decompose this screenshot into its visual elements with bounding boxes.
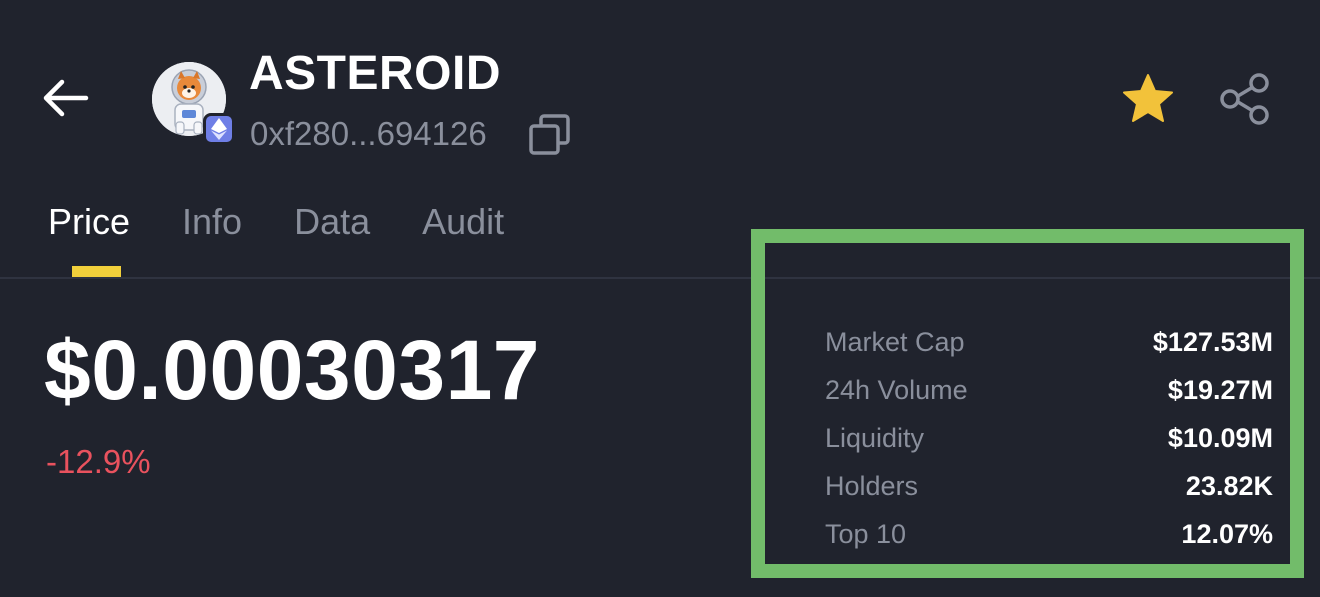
stat-label: Holders xyxy=(825,470,919,501)
token-name: ASTEROID xyxy=(249,47,502,100)
stat-label: Top 10 xyxy=(825,518,907,549)
share-icon xyxy=(1220,73,1269,125)
token-stats-list: Market Cap $127.53M 24h Volume $19.27M L… xyxy=(825,318,1273,558)
active-tab-indicator xyxy=(72,266,121,277)
price-change-percent: -12.9% xyxy=(46,443,151,480)
stat-value: 23.82K xyxy=(1185,470,1273,501)
token-address: 0xf280...694126 xyxy=(250,115,487,152)
stat-row-24h-volume: 24h Volume $19.27M xyxy=(825,366,1273,414)
favorite-button[interactable] xyxy=(1120,72,1176,126)
tab-audit[interactable]: Audit xyxy=(422,198,504,248)
token-price: $0.00030317 xyxy=(44,323,541,417)
token-detail-screen: ASTEROID 0xf280...694126 Price Info Data… xyxy=(0,0,1320,597)
star-icon xyxy=(1123,74,1173,122)
tab-info[interactable]: Info xyxy=(182,198,242,248)
stat-value: $19.27M xyxy=(1167,374,1273,405)
tab-bar: Price Info Data Audit xyxy=(48,198,556,248)
ethereum-chain-badge xyxy=(203,113,235,145)
stat-label: Liquidity xyxy=(825,422,925,453)
stat-row-liquidity: Liquidity $10.09M xyxy=(825,414,1273,462)
ethereum-icon xyxy=(211,118,227,140)
stat-value: 12.07% xyxy=(1181,518,1273,549)
stat-label: Market Cap xyxy=(825,326,965,357)
stat-row-holders: Holders 23.82K xyxy=(825,462,1273,510)
stat-value: $10.09M xyxy=(1167,422,1273,453)
stat-label: 24h Volume xyxy=(825,374,968,405)
copy-address-button[interactable] xyxy=(528,113,572,157)
stat-value: $127.53M xyxy=(1152,326,1273,357)
back-button[interactable] xyxy=(38,76,94,120)
arrow-left-icon xyxy=(43,79,89,117)
tab-data[interactable]: Data xyxy=(294,198,370,248)
stat-row-market-cap: Market Cap $127.53M xyxy=(825,318,1273,366)
stat-row-top-10: Top 10 12.07% xyxy=(825,510,1273,558)
share-button[interactable] xyxy=(1216,72,1274,126)
copy-icon xyxy=(529,114,570,155)
tab-price[interactable]: Price xyxy=(48,198,130,248)
